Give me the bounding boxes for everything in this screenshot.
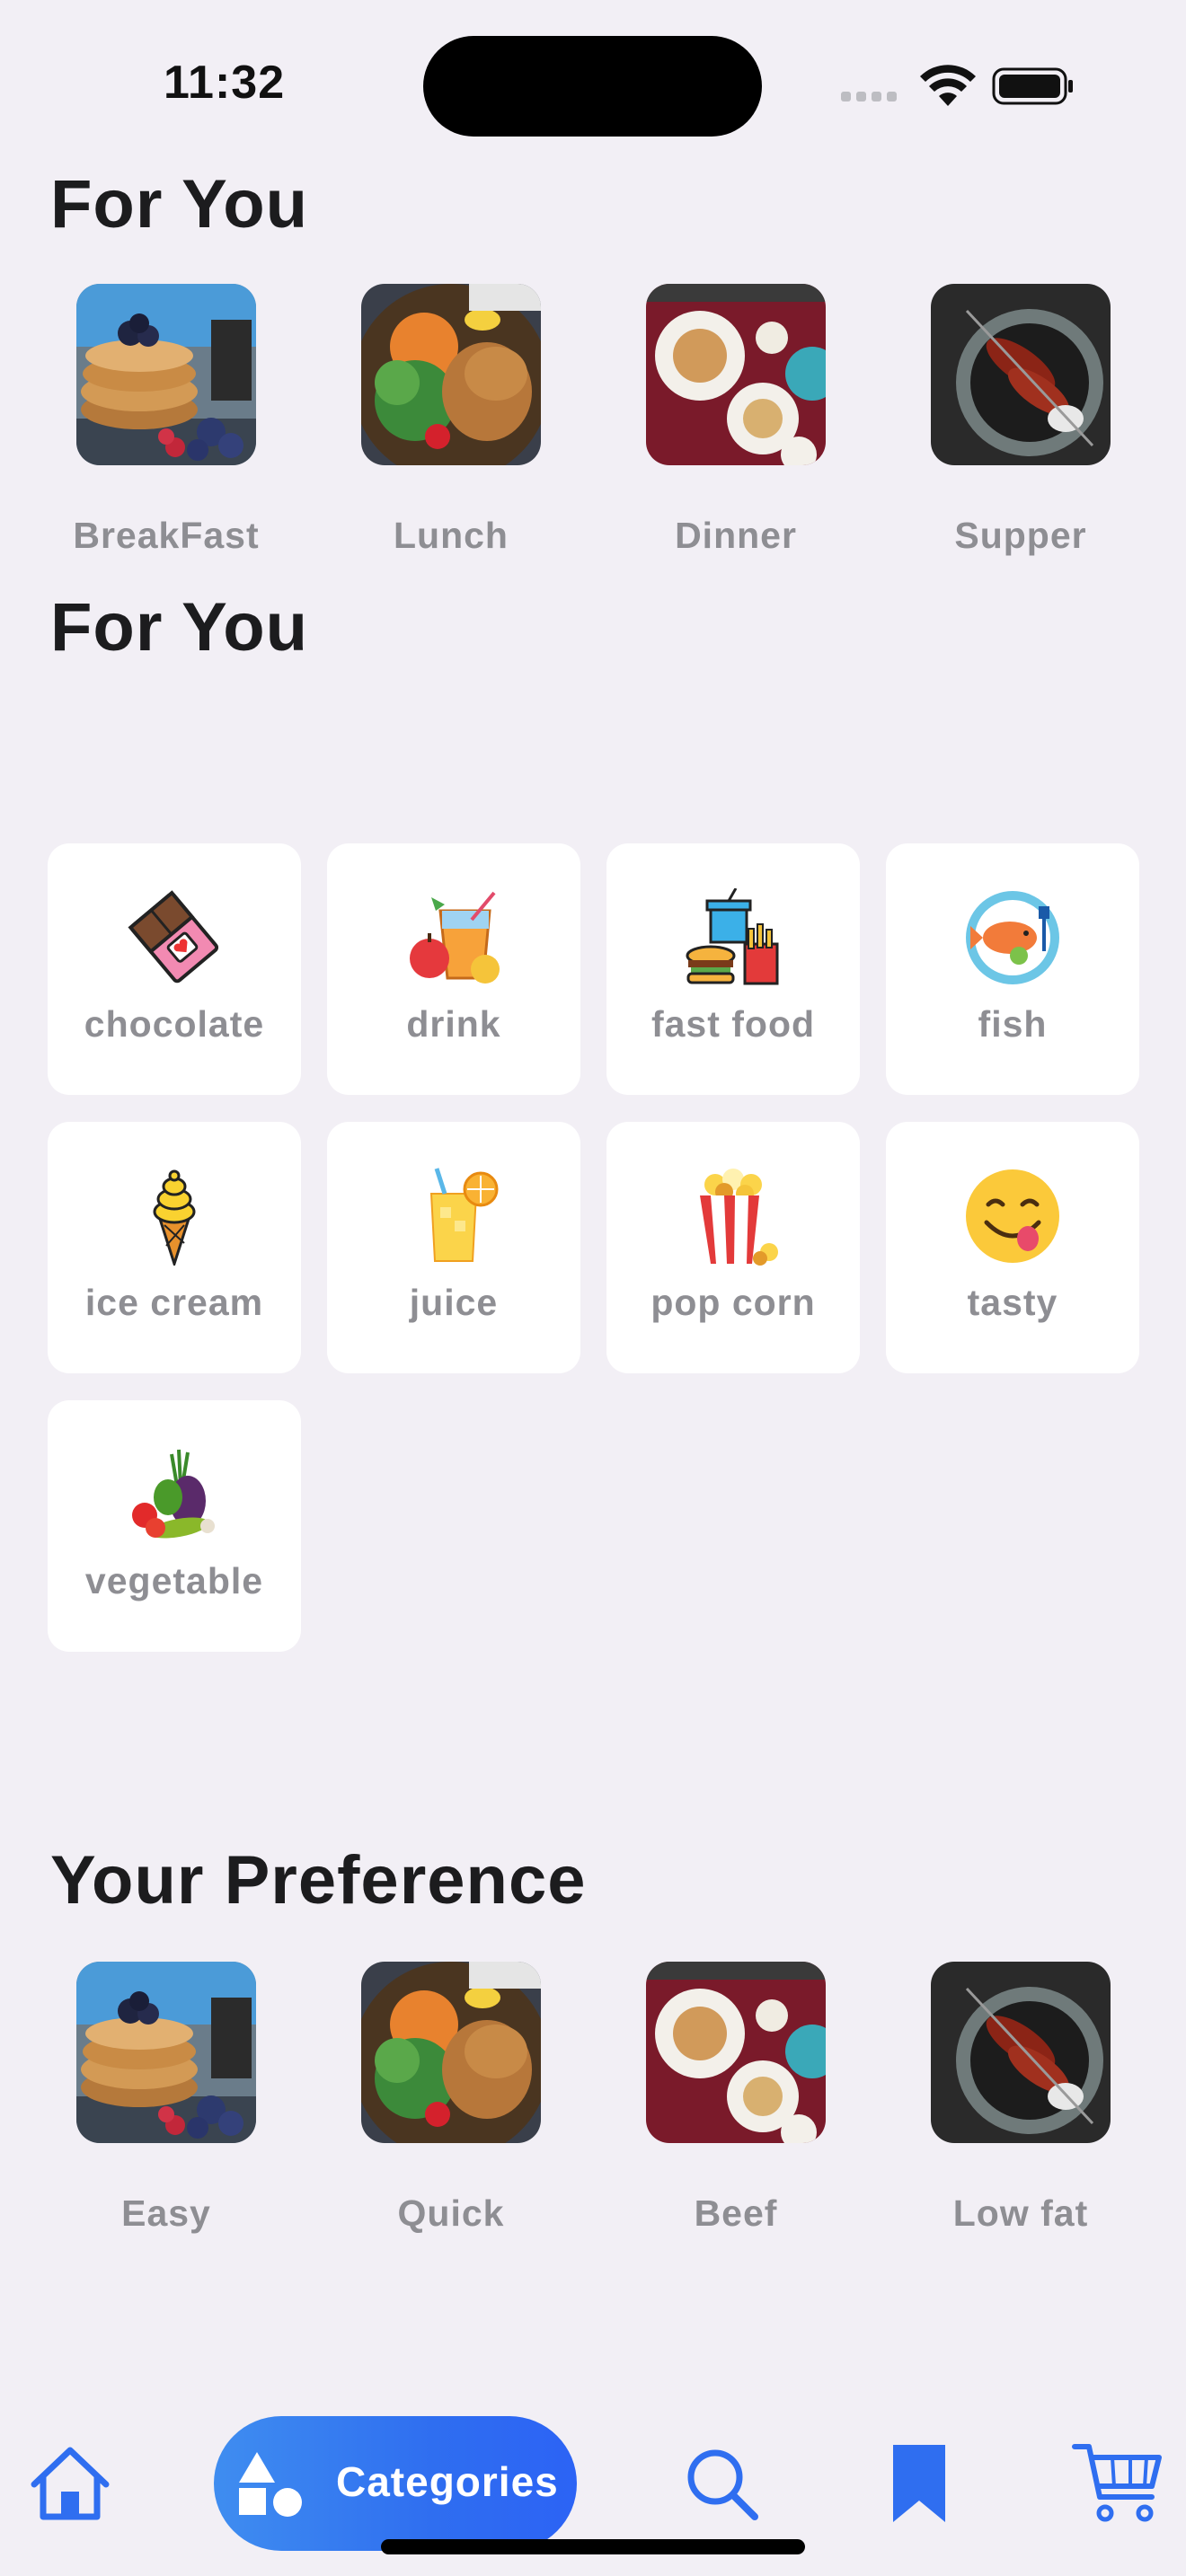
chocolate-icon — [128, 890, 219, 984]
cellular-signal-icon — [841, 90, 902, 106]
home-indicator[interactable] — [381, 2539, 805, 2554]
ice-cream-icon — [153, 1169, 196, 1266]
app-screen: 11:32 For You BreakFast Lunch Dinner Sup… — [0, 0, 1186, 2576]
kebab-plate-photo — [931, 1962, 1111, 2143]
meal-row: BreakFast Lunch Dinner Supper — [0, 284, 1186, 571]
meal-item-lunch[interactable]: Lunch — [334, 284, 568, 557]
categories-icon — [239, 2452, 302, 2517]
popcorn-icon — [700, 1169, 778, 1266]
preference-item-low-fat[interactable]: Low fat — [904, 1962, 1137, 2235]
meal-item-dinner[interactable]: Dinner — [619, 284, 853, 557]
category-card-fish[interactable]: fish — [886, 843, 1139, 1095]
meal-item-supper[interactable]: Supper — [904, 284, 1137, 557]
category-label: ice cream — [84, 1282, 264, 1323]
preference-label: Low fat — [952, 2192, 1089, 2234]
category-label: pop corn — [651, 1282, 816, 1323]
salad-chicken-photo — [352, 284, 550, 481]
drink-icon — [410, 891, 500, 984]
section-title-for-you-categories: For You — [50, 589, 309, 666]
category-card-juice[interactable]: juice — [327, 1122, 580, 1373]
categories-tab-button[interactable]: Categories — [214, 2416, 577, 2551]
category-card-tasty[interactable]: tasty — [886, 1122, 1139, 1373]
preference-label: Beef — [694, 2192, 778, 2234]
bookmark-icon[interactable] — [888, 2441, 951, 2526]
fish-icon — [966, 891, 1059, 984]
category-card-drink[interactable]: drink — [327, 843, 580, 1095]
fast-food-icon — [686, 888, 779, 985]
category-card-fast-food[interactable]: fast food — [606, 843, 860, 1095]
categories-tab-label: Categories — [336, 2458, 559, 2505]
preference-item-easy[interactable]: Easy — [49, 1962, 283, 2235]
category-card-pop-corn[interactable]: pop corn — [606, 1122, 860, 1373]
preference-item-quick[interactable]: Quick — [334, 1962, 568, 2235]
meal-label: Lunch — [394, 515, 509, 556]
dinner-table-photo — [646, 1962, 839, 2150]
status-time: 11:32 — [164, 57, 286, 109]
category-label: vegetable — [84, 1560, 264, 1601]
category-label: chocolate — [84, 1003, 265, 1045]
meal-item-breakfast[interactable]: BreakFast — [49, 284, 283, 557]
category-card-chocolate[interactable]: chocolate — [48, 843, 301, 1095]
category-card-ice-cream[interactable]: ice cream — [48, 1122, 301, 1373]
home-icon[interactable] — [27, 2445, 113, 2522]
preference-label: Easy — [121, 2192, 211, 2234]
battery-icon — [992, 67, 1073, 105]
meal-label: Supper — [954, 515, 1087, 556]
tasty-face-icon — [966, 1169, 1059, 1263]
category-label: fish — [978, 1003, 1048, 1045]
vegetable-icon — [132, 1449, 215, 1539]
preference-item-beef[interactable]: Beef — [619, 1962, 853, 2235]
pancakes-photo — [76, 284, 256, 465]
kebab-plate-photo — [931, 284, 1111, 465]
pancakes-photo — [76, 1962, 256, 2143]
dinner-table-photo — [646, 284, 839, 472]
dynamic-island — [423, 36, 762, 137]
meal-label: Dinner — [675, 515, 797, 556]
meal-label: BreakFast — [73, 515, 260, 556]
section-title-for-you: For You — [50, 166, 309, 243]
category-label: juice — [409, 1282, 499, 1323]
category-label: fast food — [651, 1003, 816, 1045]
preference-row: Easy Quick Beef Low fat — [0, 1962, 1186, 2249]
section-title-your-preference: Your Preference — [50, 1842, 587, 1919]
salad-chicken-photo — [352, 1962, 550, 2159]
preference-label: Quick — [397, 2192, 505, 2234]
category-label: drink — [406, 1003, 501, 1045]
cart-icon[interactable] — [1071, 2441, 1164, 2524]
wifi-icon — [920, 65, 976, 106]
category-card-vegetable[interactable]: vegetable — [48, 1400, 301, 1652]
juice-icon — [429, 1168, 499, 1262]
search-icon[interactable] — [683, 2445, 760, 2522]
category-label: tasty — [967, 1282, 1058, 1323]
